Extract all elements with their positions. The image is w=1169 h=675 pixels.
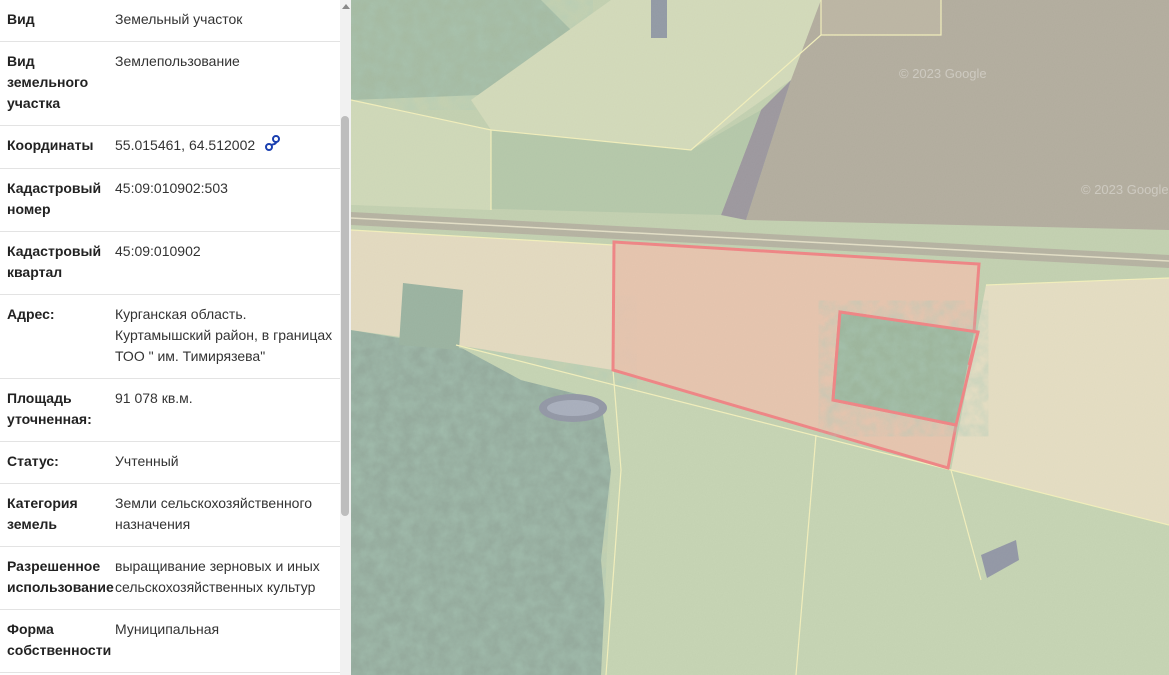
property-row-address: Адрес: Курганская область. Куртамышский … [0,295,340,380]
property-label: Вид земельного участка [7,53,89,111]
property-value: 55.015461, 64.512002 [115,137,256,153]
map-watermark: © 2023 Google [1081,182,1169,197]
property-row-status: Статус: Учтенный [0,442,340,485]
property-value: 91 078 кв.м. [115,390,193,407]
property-value: Муниципальная [115,621,220,638]
property-row-ownership: Форма собственности Муниципальная [0,610,340,674]
property-value: выращивание зерновых и иных сельскохозяй… [115,558,320,596]
property-value: Землепользование [115,53,240,69]
property-label: Площадь уточненная: [7,390,92,428]
property-label: Форма собственности [7,621,112,659]
scrollbar-thumb[interactable] [341,116,349,516]
property-label: Координаты [7,137,94,153]
property-row-area: Площадь уточненная: 91 078 кв.м. [0,379,340,443]
property-value: 45:09:010902:503 [115,180,228,197]
satellite-map[interactable]: © 2023 Google © 2023 Google [351,0,1169,675]
property-row-cadastral-number: Кадастровый номер 45:09:010902:503 [0,169,340,233]
property-row-coordinates: Координаты 55.015461, 64.512002 [0,126,340,170]
property-row-land-category: Категория земель Земли сельскохозяйствен… [0,484,340,548]
property-panel: Вид Земельный участок Вид земельного уча… [0,0,341,675]
property-value: Учтенный [115,453,179,470]
property-label: Кадастровый квартал [7,243,102,281]
property-row-land-type: Вид земельного участка Землепользование [0,42,340,126]
property-value: Земли сельскохозяйственного назначения [115,495,313,533]
scroll-up-arrow-icon[interactable] [342,4,350,9]
property-label: Категория земель [7,495,78,533]
property-row-type: Вид Земельный участок [0,0,340,42]
route-icon[interactable] [265,135,281,157]
property-value: Земельный участок [115,11,243,27]
property-value: 45:09:010902 [115,243,201,260]
property-row-permitted-use: Разрешенное использование выращивание зе… [0,547,340,611]
property-row-cadastral-quarter: Кадастровый квартал 45:09:010902 [0,232,340,296]
map-canvas[interactable] [351,0,1169,675]
panel-scrollbar[interactable] [340,0,351,675]
property-value: Курганская область. Куртамышский район, … [115,306,333,365]
property-label: Вид [7,11,35,27]
property-label: Адрес: [7,306,55,323]
property-label: Статус: [7,453,59,470]
property-label: Кадастровый номер [7,180,102,218]
map-watermark: © 2023 Google [899,66,987,81]
property-label: Разрешенное использование [7,558,114,596]
